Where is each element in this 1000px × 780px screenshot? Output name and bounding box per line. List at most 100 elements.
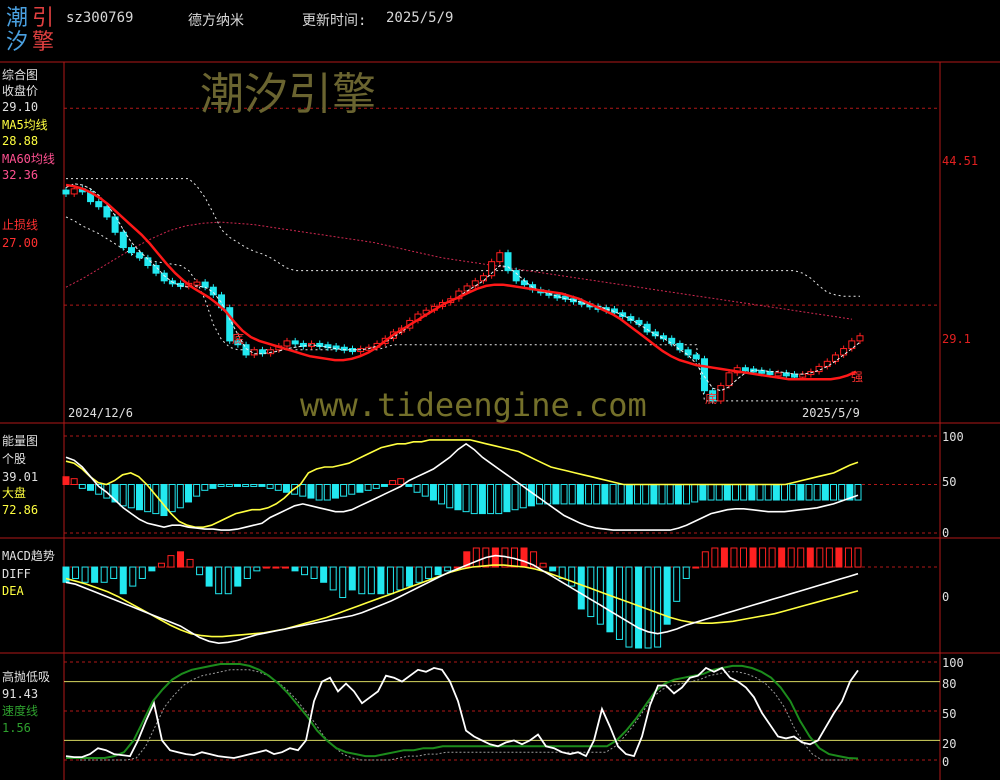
energy-bar-22 <box>242 484 250 487</box>
macd-bar-83 <box>854 547 862 568</box>
energy-bar-95 <box>838 484 846 501</box>
macd-bar-30 <box>348 566 356 591</box>
energy-bar-94 <box>830 484 838 501</box>
energy-bar-26 <box>274 484 282 491</box>
candle-55 <box>512 270 520 282</box>
macd-bar-31 <box>358 566 366 595</box>
macd-bar-36 <box>406 566 414 587</box>
candle-78 <box>700 358 708 392</box>
energy-bar-86 <box>764 484 772 501</box>
macd-bar-82 <box>844 547 852 568</box>
p3-ytick-0: 0 <box>942 590 950 604</box>
ma5-value: 28.88 <box>2 134 39 148</box>
energy-bar-40 <box>389 480 397 485</box>
ma60-line <box>65 221 853 320</box>
macd-bar-74 <box>768 547 776 568</box>
energy-bar-43 <box>413 484 421 493</box>
energy-bar-27 <box>282 484 290 493</box>
macd-bar-20 <box>253 566 261 572</box>
candle-97 <box>856 335 864 342</box>
macd-bar-67 <box>701 551 709 568</box>
macd-bar-18 <box>234 566 242 587</box>
candle-7 <box>119 231 127 249</box>
macd-bar-9 <box>148 566 156 572</box>
macd-bar-0 <box>62 566 70 583</box>
energy-bar-62 <box>568 484 576 505</box>
macd-bar-78 <box>806 547 814 568</box>
macd-bar-26 <box>310 566 318 579</box>
macd-bar-76 <box>787 547 795 568</box>
candle-53 <box>496 252 504 263</box>
energy-bar-25 <box>266 484 274 489</box>
candle-94 <box>831 354 839 362</box>
macd-bar-79 <box>816 547 824 568</box>
macd-bar-23 <box>281 566 289 569</box>
macd-bar-50 <box>539 562 547 568</box>
macd-bar-25 <box>301 566 309 576</box>
energy-bar-9 <box>135 484 143 511</box>
market-energy-label: 大盘 <box>2 486 27 500</box>
macd-bar-68 <box>711 547 719 568</box>
candle-12 <box>160 272 168 282</box>
dea-label: DEA <box>2 584 24 598</box>
panel3-title: MACD趋势 <box>2 549 55 563</box>
macd-bar-58 <box>615 566 623 640</box>
energy-bar-19 <box>217 484 225 487</box>
macd-bar-4 <box>100 566 108 583</box>
macd-bar-3 <box>91 566 99 583</box>
energy-bar-88 <box>781 484 789 501</box>
macd-bar-75 <box>778 547 786 568</box>
macd-bar-57 <box>606 566 614 633</box>
candle-1 <box>70 188 78 195</box>
macd-bar-71 <box>739 547 747 568</box>
macd-bar-62 <box>654 566 662 648</box>
macd-bar-14 <box>196 566 204 576</box>
macd-bar-34 <box>386 566 394 595</box>
p4-ytick-50: 50 <box>942 707 957 721</box>
macd-bar-5 <box>110 566 118 579</box>
energy-bar-87 <box>772 484 780 501</box>
energy-bar-65 <box>593 484 601 505</box>
marker-bottom-1: 底 <box>232 332 245 346</box>
energy-bar-59 <box>544 484 552 505</box>
energy-bar-23 <box>250 484 258 487</box>
date-start: 2024/12/6 <box>68 406 134 420</box>
macd-bar-21 <box>262 566 270 569</box>
energy-bar-47 <box>446 484 454 509</box>
stock-energy-value: 39.01 <box>2 470 39 484</box>
market-energy-value: 72.86 <box>2 503 39 517</box>
diff-label: DIFF <box>2 567 31 581</box>
energy-bar-72 <box>650 484 658 505</box>
energy-bar-67 <box>609 484 617 505</box>
p4-ytick-100: 100 <box>942 656 964 670</box>
macd-bar-33 <box>377 566 385 595</box>
macd-bar-77 <box>797 547 805 568</box>
stock-energy-label: 个股 <box>2 452 27 466</box>
candle-0 <box>62 189 70 195</box>
energy-bar-45 <box>429 484 437 501</box>
energy-bar-77 <box>691 484 699 503</box>
energy-bar-18 <box>209 484 217 489</box>
macd-bar-27 <box>320 566 328 583</box>
energy-bar-90 <box>797 484 805 501</box>
ma5-label: MA5均线 <box>2 118 48 132</box>
energy-bar-38 <box>372 484 380 489</box>
candle-8 <box>127 247 135 254</box>
candle-80 <box>717 385 725 402</box>
energy-bar-84 <box>748 484 756 501</box>
macd-bar-19 <box>243 566 251 579</box>
macd-bar-32 <box>367 566 375 595</box>
energy-bar-2 <box>78 484 86 489</box>
energy-bar-35 <box>348 484 356 495</box>
energy-bar-89 <box>789 484 797 501</box>
energy-bar-31 <box>315 484 323 501</box>
marker-bottom-2: 底 <box>705 392 718 406</box>
energy-bar-61 <box>560 484 568 505</box>
energy-bar-12 <box>160 484 168 517</box>
candle-83 <box>741 367 749 372</box>
candle-87 <box>774 372 782 377</box>
macd-bar-17 <box>224 566 232 595</box>
energy-bar-60 <box>552 484 560 505</box>
marker-strong: 强 <box>851 370 864 384</box>
macd-bar-61 <box>644 566 652 649</box>
